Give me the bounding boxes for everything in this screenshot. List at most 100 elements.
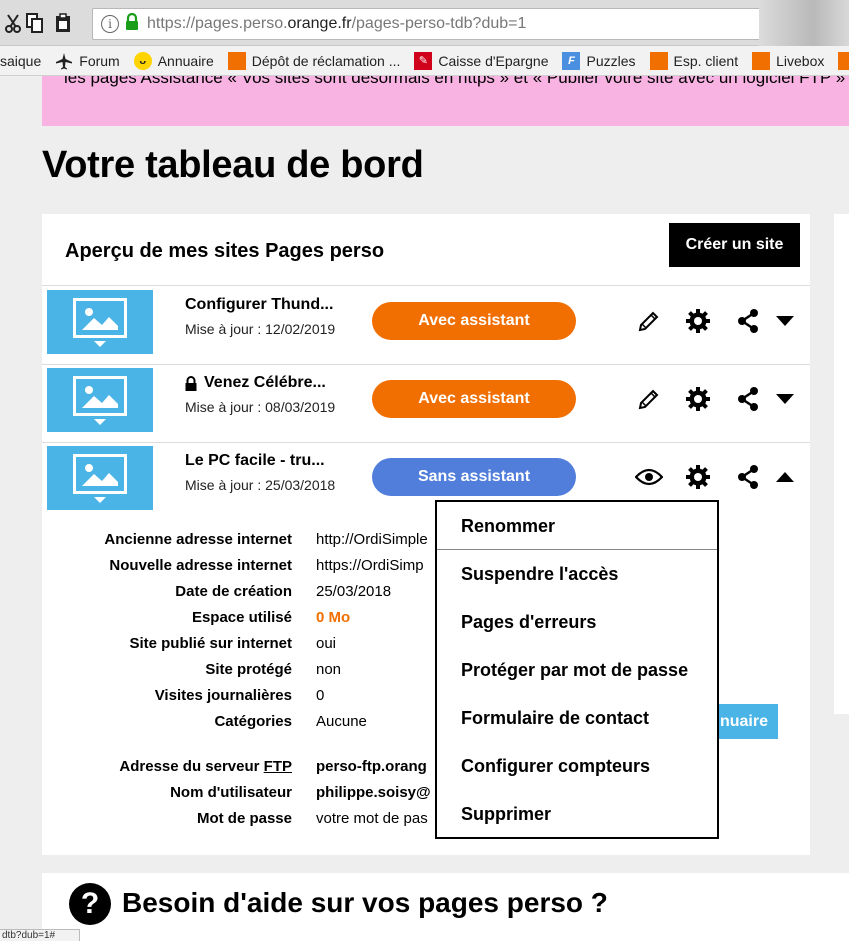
site-name[interactable]: Le PC facile - tru... — [185, 452, 325, 470]
help-section: ? Besoin d'aide sur vos pages perso ? — [42, 873, 849, 941]
paste-icon[interactable] — [52, 12, 74, 34]
ftp-password-value: votre mot de pas — [316, 810, 428, 827]
info-banner: les pages Assistance « Vos sites sont dé… — [42, 76, 849, 126]
bookmark-item[interactable]: F Puzzles — [562, 51, 636, 70]
assistant-button[interactable]: Sans assistant — [372, 458, 576, 496]
ftp-server-label-text: Adresse du serveur — [119, 758, 264, 775]
image-icon — [82, 386, 118, 408]
squirrel-icon: ✎ — [414, 51, 433, 70]
menu-item-delete[interactable]: Supprimer — [461, 804, 551, 825]
bookmark-item[interactable]: Livebox — [752, 51, 825, 70]
url-host: orange.fr — [287, 15, 352, 32]
thumbnail-caret-icon — [94, 341, 106, 347]
share-icon[interactable] — [734, 307, 762, 335]
detail-label: Ancienne adresse internet — [104, 531, 292, 548]
bookmark-label: Esp. client — [673, 52, 739, 69]
detail-label: Nouvelle adresse internet — [109, 557, 292, 574]
detail-value[interactable]: https://OrdiSimp — [316, 557, 424, 574]
detail-value: Aucune — [316, 713, 367, 730]
bookmark-label: Puzzles — [586, 52, 636, 69]
ftp-password-label: Mot de passe — [196, 810, 292, 827]
bookmark-label: Dépôt de réclamation ... — [251, 52, 401, 69]
status-bar: dtb?dub=1# — [0, 929, 80, 941]
bookmark-item[interactable]: Dépôt de réclamation ... — [227, 51, 401, 70]
question-icon: ? — [69, 883, 111, 925]
create-site-button[interactable]: Créer un site — [669, 223, 800, 267]
assistant-button[interactable]: Avec assistant — [372, 380, 576, 418]
site-name: Venez Célébre... — [204, 374, 326, 391]
lock-icon — [125, 12, 139, 36]
url-bar[interactable]: i https://pages.perso. orange.fr/pages-pe… — [92, 8, 792, 40]
pencil-icon[interactable] — [635, 385, 663, 413]
panel-title: Aperçu de mes sites Pages perso — [65, 240, 385, 262]
bookmark-item[interactable]: saique — [0, 53, 41, 69]
site-date: Mise à jour : 08/03/2019 — [185, 399, 336, 415]
detail-value[interactable]: http://OrdiSimple — [316, 531, 428, 548]
ftp-abbr: FTP — [263, 758, 292, 775]
menu-item-error-pages[interactable]: Pages d'erreurs — [461, 612, 596, 633]
bookmark-label: saique — [0, 52, 42, 69]
airplane-icon — [55, 52, 73, 70]
assistant-button[interactable]: Avec assistant — [372, 302, 576, 340]
bookmark-item[interactable]: ᴗ Annuaire — [133, 51, 214, 70]
image-icon — [82, 308, 118, 330]
bookmark-label: Livebox — [776, 52, 825, 69]
detail-label: Visites journalières — [154, 687, 292, 704]
orange-logo-icon — [649, 51, 668, 70]
gear-icon[interactable] — [684, 385, 712, 413]
bookmark-label: Annuaire — [157, 52, 214, 69]
orange-logo-icon — [752, 51, 771, 70]
share-icon[interactable] — [734, 463, 762, 491]
detail-label: Espace utilisé — [191, 609, 292, 626]
bookmarks-bar: saique Forum ᴗ Annuaire Dépôt de réclama… — [0, 46, 849, 76]
chevron-down-icon[interactable] — [771, 307, 799, 335]
bookmark-item[interactable]: ✎ Caisse d'Epargne — [414, 51, 549, 70]
url-prefix: https://pages.perso. — [147, 15, 288, 32]
chevron-up-icon[interactable] — [771, 463, 799, 491]
menu-item-contact-form[interactable]: Formulaire de contact — [461, 708, 649, 729]
menu-item-suspend[interactable]: Suspendre l'accès — [461, 564, 618, 585]
browser-toolbar: i https://pages.perso. orange.fr/pages-pe… — [0, 0, 849, 46]
menu-divider — [437, 549, 717, 550]
site-date: Mise à jour : 25/03/2018 — [185, 477, 336, 493]
menu-item-password-protect[interactable]: Protéger par mot de passe — [461, 660, 688, 681]
puzzle-f-icon: F — [562, 51, 581, 70]
padlock-icon — [185, 375, 197, 391]
detail-value: 0 Mo — [316, 609, 351, 626]
bookmark-item[interactable]: F — [838, 51, 849, 70]
ftp-server-label: Adresse du serveur FTP — [119, 758, 292, 775]
smiley-icon: ᴗ — [133, 51, 152, 70]
site-thumbnail[interactable] — [47, 446, 153, 510]
orange-logo-icon — [838, 51, 849, 70]
site-thumbnail[interactable] — [47, 290, 153, 354]
gear-icon[interactable] — [684, 463, 712, 491]
detail-value: 0 — [316, 687, 325, 704]
bookmark-label: Caisse d'Epargne — [438, 52, 549, 69]
side-panel — [834, 214, 849, 714]
site-thumbnail[interactable] — [47, 368, 153, 432]
gear-icon[interactable] — [684, 307, 712, 335]
menu-item-rename[interactable]: Renommer — [461, 516, 555, 537]
ftp-user-label: Nom d'utilisateur — [170, 784, 292, 801]
cut-icon[interactable] — [2, 12, 24, 34]
orange-logo-icon — [227, 51, 246, 70]
bookmark-label: Forum — [79, 52, 120, 69]
share-icon[interactable] — [734, 385, 762, 413]
menu-item-counters[interactable]: Configurer compteurs — [461, 756, 650, 777]
detail-label: Catégories — [214, 713, 292, 730]
banner-text[interactable]: les pages Assistance « Vos sites sont dé… — [64, 76, 845, 88]
site-name[interactable]: Configurer Thund... — [185, 296, 333, 314]
bookmark-item[interactable]: Forum — [55, 52, 120, 70]
eye-icon[interactable] — [635, 463, 663, 491]
chevron-down-icon[interactable] — [771, 385, 799, 413]
site-row: Configurer Thund... Mise à jour : 12/02/… — [42, 287, 810, 365]
pencil-icon[interactable] — [635, 307, 663, 335]
page-title: Votre tableau de bord — [42, 144, 424, 186]
bookmark-item[interactable]: Esp. client — [649, 51, 739, 70]
detail-value: 25/03/2018 — [316, 583, 392, 600]
info-icon[interactable]: i — [101, 15, 119, 33]
site-name-wrap[interactable]: Venez Célébre... — [185, 374, 326, 392]
copy-icon[interactable] — [24, 12, 46, 34]
ftp-user-value: philippe.soisy@ — [316, 784, 431, 801]
detail-label: Site publié sur internet — [129, 635, 292, 652]
